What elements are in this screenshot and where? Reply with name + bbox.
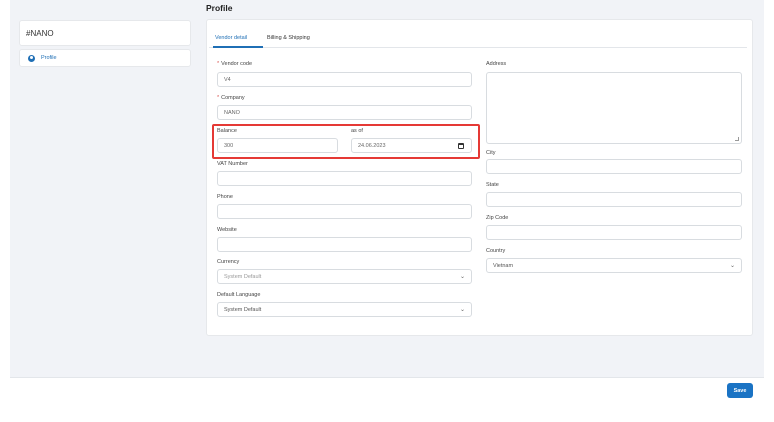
sidebar-title: #NANO [26, 29, 54, 38]
resize-handle-icon[interactable] [735, 137, 739, 141]
sidebar-item-profile[interactable]: Profile [19, 49, 191, 67]
tab-vendor-detail[interactable]: Vendor detail [215, 35, 247, 41]
phone-label: Phone [217, 194, 233, 200]
chevron-down-icon: ⌄ [459, 274, 465, 280]
save-button[interactable]: Save [727, 383, 753, 398]
company-input[interactable]: NANO [217, 105, 472, 120]
zip-code-label: Zip Code [486, 215, 509, 221]
currency-select[interactable]: System Default ⌄ [217, 269, 472, 284]
active-tab-indicator [213, 46, 263, 48]
state-input[interactable] [486, 192, 742, 207]
tab-bar: Vendor detail Billing & Shipping [209, 30, 747, 48]
user-circle-icon [28, 55, 35, 62]
state-label: State [486, 182, 499, 188]
website-input[interactable] [217, 237, 472, 252]
default-language-label: Default Language [217, 292, 261, 298]
balance-highlight-box [212, 124, 480, 159]
country-label: Country [486, 248, 506, 254]
tab-billing-shipping[interactable]: Billing & Shipping [267, 35, 310, 41]
address-label: Address [486, 61, 507, 67]
city-label: City [486, 150, 496, 156]
website-label: Website [217, 227, 237, 233]
vendor-code-input[interactable]: V4 [217, 72, 472, 87]
chevron-down-icon: ⌄ [459, 307, 465, 313]
default-language-value: System Default [224, 307, 262, 313]
city-input[interactable] [486, 159, 742, 174]
vat-number-label: VAT Number [217, 161, 248, 167]
phone-input[interactable] [217, 204, 472, 219]
country-value: Vietnam [493, 263, 514, 269]
vat-number-input[interactable] [217, 171, 472, 186]
vendor-code-label: * Vendor code [217, 61, 253, 67]
default-language-select[interactable]: System Default ⌄ [217, 302, 472, 317]
sidebar-header: #NANO [19, 20, 191, 46]
country-select[interactable]: Vietnam ⌄ [486, 258, 742, 273]
chevron-down-icon: ⌄ [729, 263, 735, 269]
page-title: Profile [206, 3, 233, 13]
company-label: * Company [217, 95, 245, 101]
zip-code-input[interactable] [486, 225, 742, 240]
currency-label: Currency [217, 259, 240, 265]
footer-divider [10, 377, 764, 378]
sidebar-item-label: Profile [41, 55, 57, 61]
currency-value: System Default [224, 274, 262, 280]
address-textarea[interactable] [486, 72, 742, 144]
